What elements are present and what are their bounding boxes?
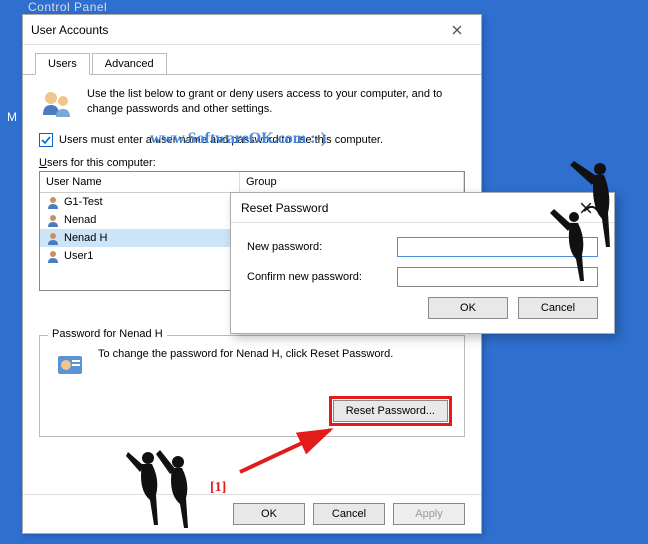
close-button[interactable] (568, 197, 604, 219)
reset-password-button[interactable]: Reset Password... (333, 400, 448, 422)
user-name: G1-Test (64, 196, 103, 208)
reset-title-text: Reset Password (241, 201, 568, 215)
reset-password-dialog: Reset Password New password: Confirm new… (230, 192, 615, 334)
dialog-buttons: OK Cancel Apply (23, 494, 481, 533)
password-fieldset: Password for Nenad H To change the passw… (39, 335, 465, 437)
info-text: Use the list below to grant or deny user… (87, 87, 465, 123)
highlight-box: Reset Password... (329, 396, 452, 426)
reset-buttons: OK Cancel (247, 297, 598, 319)
reset-titlebar: Reset Password (231, 193, 614, 223)
confirm-password-label: Confirm new password: (247, 271, 397, 283)
user-name: User1 (64, 250, 93, 262)
new-password-input[interactable] (397, 237, 598, 257)
cancel-button[interactable]: Cancel (313, 503, 385, 525)
ok-button[interactable]: OK (233, 503, 305, 525)
cancel-button[interactable]: Cancel (518, 297, 598, 319)
users-info-icon (39, 87, 75, 123)
check-icon (41, 135, 51, 145)
list-header: User Name Group (40, 172, 464, 193)
new-password-label: New password: (247, 241, 397, 253)
user-list-label: Users for this computer: (39, 157, 465, 169)
watermark-text: www.SoftwareOK.com :-) (150, 130, 326, 148)
confirm-password-input[interactable] (397, 267, 598, 287)
user-name: Nenad (64, 214, 96, 226)
user-name: Nenad H (64, 232, 107, 244)
background-app-label: Control Panel (28, 0, 107, 14)
close-icon (452, 25, 462, 35)
tab-advanced[interactable]: Advanced (92, 53, 167, 74)
reset-body: New password: Confirm new password: OK C… (231, 223, 614, 333)
annotation-marker-1: [1] (210, 480, 226, 496)
window-title: User Accounts (31, 23, 441, 37)
background-letter: M (7, 110, 17, 124)
info-row: Use the list below to grant or deny user… (39, 87, 465, 123)
user-icon (46, 231, 60, 245)
tab-row: Users Advanced (23, 45, 481, 75)
tab-users[interactable]: Users (35, 53, 90, 75)
user-icon (46, 213, 60, 227)
close-icon (580, 202, 592, 214)
user-icon (46, 195, 60, 209)
user-icon (46, 249, 60, 263)
must-enter-password-checkbox[interactable] (39, 133, 53, 147)
ok-button[interactable]: OK (428, 297, 508, 319)
password-text: To change the password for Nenad H, clic… (98, 348, 393, 360)
apply-button[interactable]: Apply (393, 503, 465, 525)
fieldset-legend: Password for Nenad H (48, 328, 167, 340)
titlebar: User Accounts (23, 15, 481, 45)
col-username[interactable]: User Name (40, 172, 240, 192)
col-group[interactable]: Group (240, 172, 464, 192)
password-icon (52, 348, 88, 384)
close-button[interactable] (441, 19, 473, 41)
